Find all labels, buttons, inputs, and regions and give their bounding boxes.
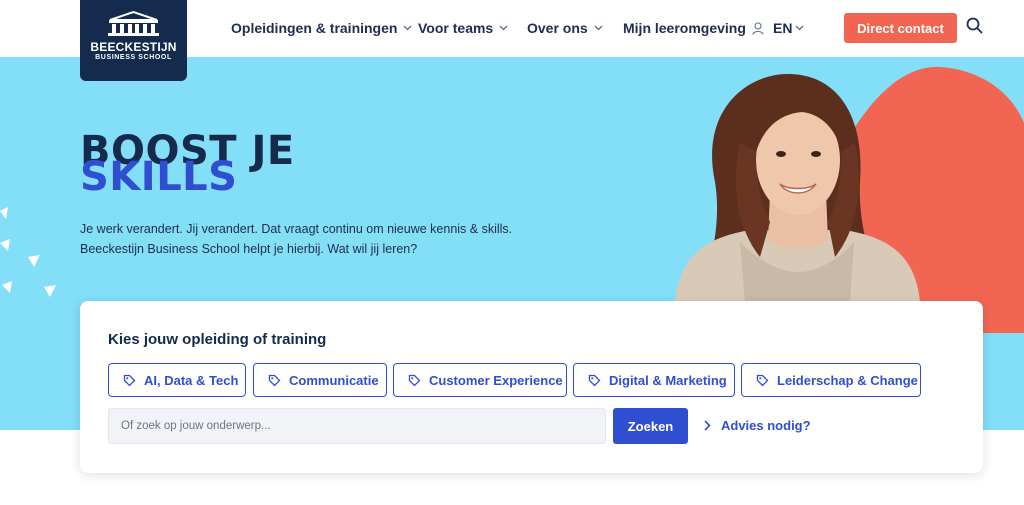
category-chip-communicatie[interactable]: Communicatie [253,363,387,397]
category-chip-label: Digital & Marketing [609,372,727,388]
nav-opleidingen[interactable]: Opleidingen & trainingen [231,20,412,36]
nav-voor-teams-label: Voor teams [418,20,494,36]
direct-contact-button[interactable]: Direct contact [844,13,957,43]
nav-over-ons[interactable]: Over ons [527,20,603,36]
chevron-down-icon [403,25,412,31]
hero-text-line2: Beeckestijn Business School helpt je hie… [80,242,418,256]
hero-subtitle: SKILLS [80,154,238,200]
nav-over-ons-label: Over ons [527,20,588,36]
nav-mijn-leeromgeving-label: Mijn leeromgeving [623,20,746,36]
logo-line2: BUSINESS SCHOOL [95,54,172,61]
tag-icon [588,374,601,386]
chevron-right-icon [704,420,711,431]
course-finder-card: Kies jouw opleiding of training AI, Data… [80,301,983,473]
course-finder-title: Kies jouw opleiding of training [108,331,327,348]
category-chip-customer-experience[interactable]: Customer Experience [393,363,567,397]
category-chip-label: Communicatie [289,372,379,388]
tag-icon [268,374,281,386]
nav-mijn-leeromgeving[interactable]: Mijn leeromgeving [623,20,764,36]
nav-voor-teams[interactable]: Voor teams [418,20,508,36]
topic-search-field [108,408,606,444]
building-icon [108,10,159,36]
category-chip-label: Leiderschap & Change [777,372,918,388]
chevron-down-icon [594,25,603,31]
user-icon [752,21,764,35]
tag-icon [123,374,136,386]
advice-link-label: Advies nodig? [721,418,811,433]
language-label: EN [773,20,793,36]
category-chip-leiderschap-change[interactable]: Leiderschap & Change [741,363,921,397]
tag-icon [756,374,769,386]
search-icon[interactable] [966,17,983,34]
search-button[interactable]: Zoeken [613,408,688,444]
language-switcher[interactable]: EN [773,20,804,36]
logo-line1: BEECKESTIJN [90,40,177,54]
category-chip-digital-marketing[interactable]: Digital & Marketing [573,363,735,397]
logo[interactable]: BEECKESTIJN BUSINESS SCHOOL [80,0,187,81]
topic-search-input[interactable] [109,409,605,443]
category-chip-ai-data-tech[interactable]: AI, Data & Tech [108,363,246,397]
chevron-down-icon [795,25,804,31]
hero-text-line1: Je werk verandert. Jij verandert. Dat vr… [80,222,513,236]
tag-icon [408,374,421,386]
portrait-photo [675,74,920,302]
advice-link[interactable]: Advies nodig? [704,418,811,433]
chevron-down-icon [499,25,508,31]
decorative-ticks [0,207,56,297]
category-chip-label: Customer Experience [429,372,563,388]
category-chip-label: AI, Data & Tech [144,372,239,388]
nav-opleidingen-label: Opleidingen & trainingen [231,20,398,36]
